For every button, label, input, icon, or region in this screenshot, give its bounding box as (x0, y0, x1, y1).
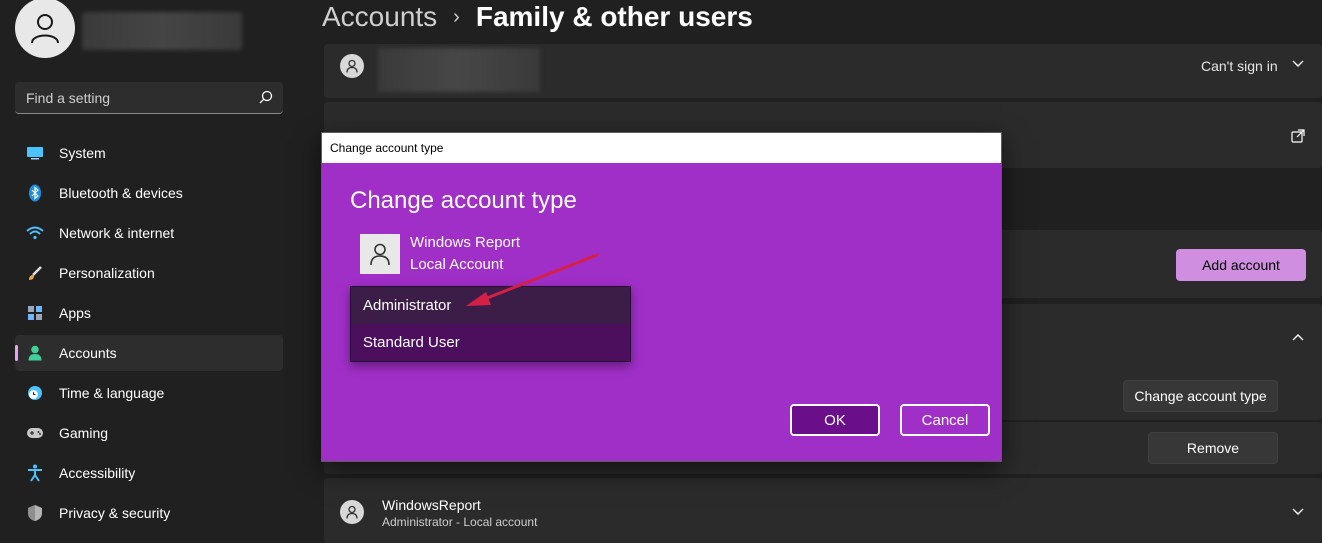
sidebar-item-label: Bluetooth & devices (59, 185, 183, 201)
person-icon (31, 14, 59, 44)
search-box[interactable] (15, 82, 283, 114)
add-account-button[interactable]: Add account (1176, 249, 1306, 281)
cancel-button[interactable]: Cancel (900, 404, 990, 436)
sidebar-item-network[interactable]: Network & internet (15, 215, 283, 251)
member-name-redacted (378, 48, 540, 92)
search-input[interactable] (15, 82, 245, 113)
sidebar-item-system[interactable]: System (15, 135, 283, 171)
dialog-body: Change account type Windows Report Local… (322, 163, 1001, 461)
breadcrumb-parent-link[interactable]: Accounts (322, 1, 437, 33)
sidebar-item-privacy-security[interactable]: Privacy & security (15, 495, 283, 531)
sidebar-item-accessibility[interactable]: Accessibility (15, 455, 283, 491)
monitor-icon (26, 144, 44, 162)
page-title: Family & other users (475, 1, 753, 32)
sidebar-item-personalization[interactable]: Personalization (15, 255, 283, 291)
sidebar-item-accounts[interactable]: Accounts (15, 335, 283, 371)
remove-button[interactable]: Remove (1148, 432, 1278, 464)
sidebar-item-label: Accessibility (59, 465, 136, 481)
dialog-titlebar[interactable]: Change account type (322, 133, 1001, 163)
profile-avatar[interactable] (15, 0, 75, 58)
ok-button[interactable]: OK (790, 404, 880, 436)
dialog-heading: Change account type (350, 187, 577, 214)
dialog-user-name: Windows Report (410, 234, 521, 251)
person-icon (26, 344, 44, 362)
change-account-type-dialog: Change account type Change account type … (321, 132, 1002, 462)
user-avatar (360, 234, 400, 274)
option-standard-user[interactable]: Standard User (351, 324, 630, 361)
gamepad-icon (26, 424, 44, 442)
family-member-row[interactable]: Can't sign in (324, 44, 1322, 98)
user-avatar (340, 500, 364, 524)
chevron-right-icon: › (453, 5, 460, 28)
chevron-down-icon[interactable] (1291, 507, 1305, 517)
sidebar-item-time-language[interactable]: Time & language (15, 375, 283, 411)
sidebar-item-label: System (59, 145, 106, 161)
person-icon (346, 505, 358, 519)
sidebar-item-label: Time & language (59, 385, 165, 401)
bluetooth-icon (26, 184, 44, 202)
other-user-row[interactable]: WindowsReport Administrator - Local acco… (324, 478, 1322, 543)
user-detail: Administrator - Local account (382, 515, 538, 529)
chevron-down-icon[interactable] (1291, 59, 1305, 69)
dialog-user-type: Local Account (410, 256, 504, 273)
sidebar-item-label: Network & internet (59, 225, 175, 241)
profile-name-redacted (82, 12, 242, 50)
sidebar-item-label: Apps (59, 305, 91, 321)
globe-clock-icon (26, 384, 44, 402)
sidebar-item-bluetooth[interactable]: Bluetooth & devices (15, 175, 283, 211)
breadcrumb: Accounts › Family & other users (322, 0, 753, 34)
accessibility-icon (26, 464, 44, 482)
sidebar-nav: System Bluetooth & devices Network & int… (15, 135, 283, 535)
change-account-type-button[interactable]: Change account type (1123, 380, 1278, 412)
account-type-dropdown[interactable]: Administrator Standard User (350, 286, 631, 362)
search-icon[interactable] (259, 90, 273, 104)
person-icon (346, 59, 358, 73)
sidebar-item-label: Gaming (59, 425, 109, 441)
brush-icon (26, 264, 44, 282)
user-avatar (340, 54, 364, 78)
wifi-icon (26, 224, 44, 242)
sidebar-item-gaming[interactable]: Gaming (15, 415, 283, 451)
sidebar-item-label: Privacy & security (59, 505, 171, 521)
person-icon (370, 243, 390, 266)
sidebar-item-label: Personalization (59, 265, 155, 281)
external-link-icon[interactable] (1291, 129, 1305, 143)
sidebar-item-label: Accounts (59, 345, 117, 361)
sidebar: System Bluetooth & devices Network & int… (0, 0, 300, 543)
apps-icon (26, 304, 44, 322)
chevron-up-icon[interactable] (1291, 332, 1305, 342)
dialog-window-title: Change account type (330, 141, 444, 155)
option-administrator[interactable]: Administrator (351, 287, 630, 324)
shield-icon (26, 504, 44, 522)
sidebar-item-apps[interactable]: Apps (15, 295, 283, 331)
sign-in-status: Can't sign in (1201, 58, 1278, 74)
user-name: WindowsReport (382, 497, 481, 513)
